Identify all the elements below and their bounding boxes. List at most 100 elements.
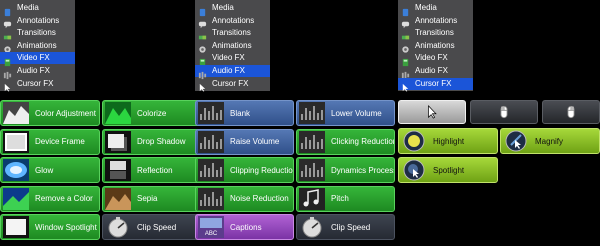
menu-item-label: Media — [17, 3, 39, 12]
waveform-icon — [299, 130, 325, 153]
menu-item-label: Transitions — [17, 28, 56, 38]
effect-tile-label: Blank — [230, 108, 251, 118]
effect-tile-clip-speed[interactable]: Clip Speed — [296, 214, 395, 241]
effect-tile-clip-speed[interactable]: Clip Speed — [102, 214, 202, 241]
menu-item-media[interactable]: Media — [398, 2, 473, 16]
cursor-effect-spotlight[interactable]: Spotlight — [398, 157, 498, 183]
effect-tile-label: Device Frame — [35, 137, 85, 147]
menu-item-transitions[interactable]: Transitions — [0, 27, 75, 39]
audio-fx-icon — [3, 67, 12, 79]
mouse-left-click-icon — [500, 105, 508, 119]
menu-item-cursor-fx[interactable]: Cursor FX — [0, 78, 75, 92]
audio-fx-icon — [401, 67, 410, 79]
effect-tile-window-spotlight[interactable]: Window Spotlight — [0, 214, 100, 241]
category-menu-2: Media Annotations Transitions Animations Vid… — [195, 0, 270, 92]
effect-tile-label: Highlight — [433, 136, 465, 146]
menu-item-video-fx[interactable]: Video FX — [0, 52, 75, 66]
effect-tile-clipping-reduction[interactable]: Clipping Reduction — [195, 157, 294, 184]
effect-tile-reflection[interactable]: Reflection — [102, 157, 202, 184]
effect-tile-remove-a-color[interactable]: Remove a Color — [0, 185, 100, 212]
menu-item-label: Cursor FX — [212, 78, 249, 88]
waveform-icon — [299, 102, 325, 124]
clip-speed-icon — [105, 216, 131, 238]
menu-item-label: Transitions — [415, 28, 454, 38]
reflection-icon — [105, 159, 131, 182]
menu-item-animations[interactable]: Animations — [0, 40, 75, 53]
effect-tile-blank[interactable]: Blank — [195, 100, 294, 126]
menu-item-annotations[interactable]: Annotations — [0, 15, 75, 29]
menu-item-video-fx[interactable]: Video FX — [398, 52, 473, 66]
effect-tile-label: Magnify — [535, 136, 564, 146]
menu-item-media[interactable]: Media — [0, 2, 75, 16]
cursor-tool-2[interactable] — [470, 100, 538, 124]
menu-item-cursor-fx[interactable]: Cursor FX — [195, 78, 270, 92]
menu-item-label: Animations — [415, 40, 455, 50]
waveform-icon — [299, 159, 325, 182]
menu-item-video-fx[interactable]: Video FX — [195, 52, 270, 66]
colorize-icon — [105, 102, 131, 124]
annotations-icon — [3, 16, 12, 29]
menu-item-annotations[interactable]: Annotations — [195, 15, 270, 29]
effect-tile-drop-shadow[interactable]: Drop Shadow — [102, 128, 202, 155]
effect-tile-device-frame[interactable]: Device Frame — [0, 128, 100, 155]
mouse-right-click-icon — [567, 105, 575, 119]
menu-item-label: Annotations — [17, 15, 60, 25]
effect-tile-label: Remove a Color — [35, 194, 93, 204]
cursor-fx-icon — [198, 79, 207, 92]
waveform-icon — [198, 159, 224, 182]
effect-tile-label: Glow — [35, 165, 54, 175]
waveform-icon — [198, 102, 224, 124]
audio-fx-icon — [198, 67, 207, 79]
annotations-icon — [401, 16, 410, 29]
effect-tile-noise-reduction[interactable]: Noise Reduction — [195, 185, 294, 212]
category-menu-3: Media Annotations Transitions Animations Vid… — [398, 0, 473, 92]
effect-tile-label: Pitch — [331, 194, 349, 204]
effect-tile-raise-volume[interactable]: Raise Volume — [195, 128, 294, 155]
effect-tile-glow[interactable]: Glow — [0, 157, 100, 184]
menu-item-audio-fx[interactable]: Audio FX — [398, 65, 473, 79]
menu-item-label: Audio FX — [415, 66, 448, 75]
menu-item-label: Annotations — [212, 15, 255, 25]
effect-tile-color-adjustment[interactable]: Color Adjustment — [0, 100, 100, 126]
effect-tile-captions[interactable]: ABC Captions — [195, 214, 294, 241]
menu-item-audio-fx[interactable]: Audio FX — [0, 65, 75, 79]
effect-tile-label: Noise Reduction — [230, 194, 289, 204]
menu-item-label: Annotations — [415, 15, 458, 25]
waveform-icon — [198, 187, 224, 210]
menu-item-transitions[interactable]: Transitions — [398, 27, 473, 39]
animations-icon — [198, 41, 207, 53]
effect-tile-sepia[interactable]: Sepia — [102, 185, 202, 212]
effect-tile-label: Clip Speed — [137, 222, 177, 232]
effect-tile-label: Drop Shadow — [137, 137, 186, 147]
glow-icon — [3, 159, 29, 182]
cursor-tool-3[interactable] — [542, 100, 600, 124]
media-icon — [401, 4, 410, 16]
menu-item-label: Video FX — [212, 53, 245, 63]
menu-item-animations[interactable]: Animations — [398, 40, 473, 53]
menu-item-label: Video FX — [17, 53, 50, 63]
cursor-effect-magnify[interactable]: Magnify — [500, 128, 600, 154]
video-fx-icon — [401, 54, 410, 66]
effect-tile-label: Color Adjustment — [35, 108, 96, 118]
effect-tile-lower-volume[interactable]: Lower Volume — [296, 100, 395, 126]
menu-item-animations[interactable]: Animations — [195, 40, 270, 53]
cursor-tool-1[interactable] — [398, 100, 466, 124]
cursor-fx-icon — [401, 79, 410, 92]
clip-speed-icon — [299, 216, 325, 238]
effect-tile-dynamics-processor[interactable]: Dynamics Processor — [296, 157, 395, 184]
menu-item-label: Cursor FX — [17, 78, 54, 88]
menu-item-audio-fx[interactable]: Audio FX — [195, 65, 270, 79]
cursor-effect-highlight[interactable]: Highlight — [398, 128, 498, 154]
menu-item-annotations[interactable]: Annotations — [398, 15, 473, 29]
effect-tile-pitch[interactable]: Pitch — [296, 185, 395, 212]
menu-item-label: Audio FX — [212, 66, 245, 75]
menu-item-transitions[interactable]: Transitions — [195, 27, 270, 39]
effect-tile-colorize[interactable]: Colorize — [102, 100, 202, 126]
effect-tile-label: Clip Speed — [331, 222, 371, 232]
effect-tile-label: Captions — [230, 222, 262, 232]
menu-item-cursor-fx[interactable]: Cursor FX — [398, 77, 473, 92]
magnify-icon — [503, 130, 529, 152]
menu-item-label: Media — [212, 3, 234, 12]
effect-tile-clicking-reduction[interactable]: Clicking Reduction — [296, 128, 395, 155]
menu-item-media[interactable]: Media — [195, 2, 270, 16]
